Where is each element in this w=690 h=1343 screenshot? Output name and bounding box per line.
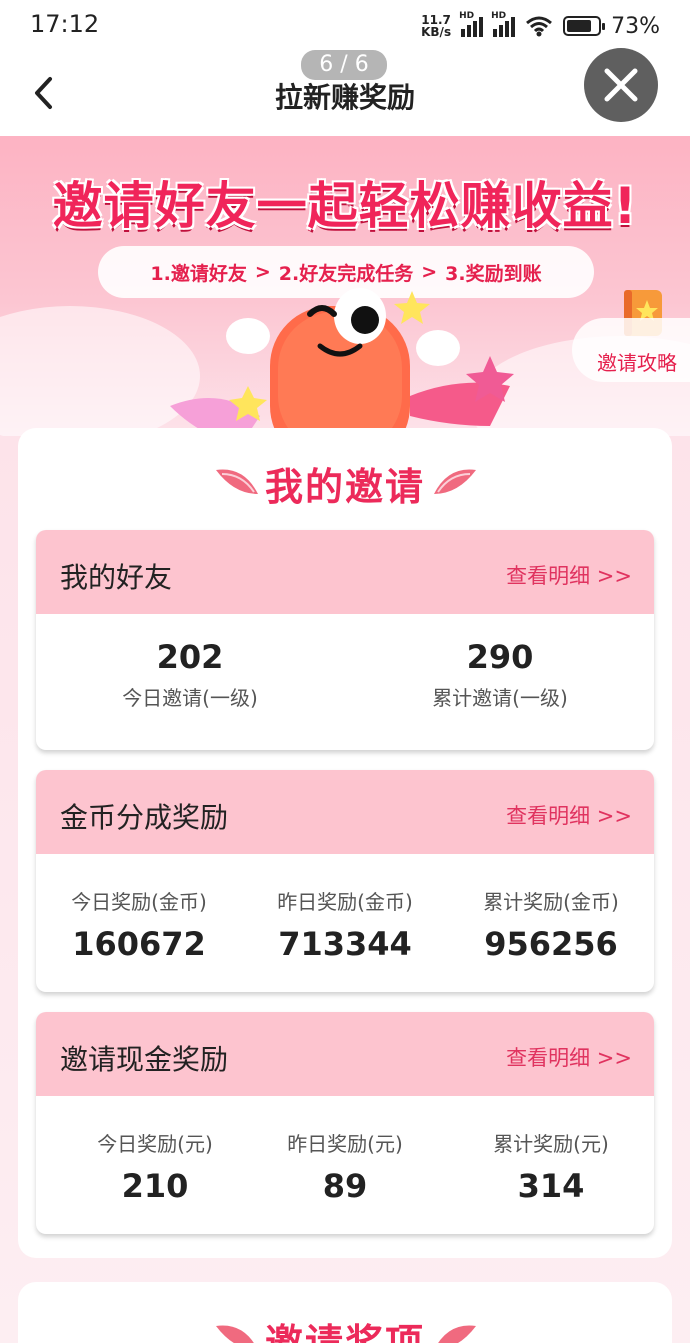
banner-headline: 邀请好友一起轻松赚收益! bbox=[52, 177, 638, 235]
net-speed: 11.7 KB/s bbox=[421, 13, 452, 39]
status-bar: 17:12 11.7 KB/s HD HD 73% bbox=[0, 0, 690, 50]
coin-share-card: 金币分成奖励 查看明细 >> 今日奖励(金币) 160672 昨日奖励(金币) … bbox=[36, 770, 654, 992]
stat-yesterday-coins: 昨日奖励(金币) 713344 bbox=[277, 890, 413, 963]
signal-icon: HD bbox=[459, 11, 484, 37]
image-page-counter: 6 / 6 bbox=[301, 50, 387, 80]
card-header: 邀请现金奖励 查看明细 >> bbox=[36, 1012, 654, 1096]
close-button[interactable] bbox=[584, 48, 658, 122]
close-icon bbox=[604, 68, 638, 102]
invite-banner: 邀请好友一起轻松赚收益! 1.邀请好友 > 2.好友完成任务 > 3.奖励到账 … bbox=[0, 136, 690, 436]
card-title: 金币分成奖励 bbox=[60, 801, 229, 834]
header: 拉新赚奖励 6 / 6 bbox=[0, 48, 690, 136]
stat-today-coins: 今日奖励(金币) 160672 bbox=[71, 890, 207, 963]
card-title: 邀请现金奖励 bbox=[60, 1043, 229, 1076]
stat-total-invites: 290 累计邀请(一级) bbox=[432, 638, 568, 710]
invite-guide-button[interactable]: 邀请攻略 bbox=[572, 318, 690, 382]
cash-reward-card: 邀请现金奖励 查看明细 >> 今日奖励(元) 210 昨日奖励(元) 89 累计… bbox=[36, 1012, 654, 1234]
stat-today-cash: 今日奖励(元) 210 bbox=[97, 1132, 213, 1205]
signal-icon-2: HD bbox=[491, 11, 516, 37]
battery-icon bbox=[563, 16, 606, 36]
mascot-illustration bbox=[170, 288, 514, 436]
my-invites-panel: 我的邀请 我的好友 查看明细 >> 202 今日邀请(一级) 290 累计邀请(… bbox=[18, 428, 672, 1258]
stat-total-coins: 累计奖励(金币) 956256 bbox=[483, 890, 619, 963]
card-header: 我的好友 查看明细 >> bbox=[36, 530, 654, 614]
section-title-invite-prizes: 邀请奖项 bbox=[264, 1321, 425, 1343]
card-title: 我的好友 bbox=[60, 561, 173, 594]
my-friends-card: 我的好友 查看明细 >> 202 今日邀请(一级) 290 累计邀请(一级) bbox=[36, 530, 654, 750]
step-1: 1.邀请好友 bbox=[150, 262, 247, 285]
step-2: 2.好友完成任务 bbox=[278, 262, 414, 285]
invite-prizes-panel: 邀请奖项 bbox=[18, 1282, 672, 1343]
status-icons: 11.7 KB/s HD HD 73% bbox=[421, 11, 660, 40]
view-details-link[interactable]: 查看明细 >> bbox=[506, 800, 632, 830]
section-title-my-invites: 我的邀请 bbox=[264, 465, 425, 509]
stat-total-cash: 累计奖励(元) 314 bbox=[493, 1132, 609, 1205]
stat-yesterday-cash: 昨日奖励(元) 89 bbox=[287, 1132, 403, 1205]
step-3: 3.奖励到账 bbox=[445, 262, 542, 285]
view-details-link[interactable]: 查看明细 >> bbox=[506, 1042, 632, 1072]
stat-today-invites: 202 今日邀请(一级) bbox=[122, 638, 258, 710]
card-header: 金币分成奖励 查看明细 >> bbox=[36, 770, 654, 854]
feather-right-icon bbox=[434, 469, 476, 494]
view-details-link[interactable]: 查看明细 >> bbox=[506, 560, 632, 590]
battery-percent: 73% bbox=[611, 13, 660, 39]
feather-right-icon bbox=[438, 1325, 476, 1343]
wifi-icon bbox=[526, 16, 553, 37]
status-time: 17:12 bbox=[30, 10, 100, 38]
